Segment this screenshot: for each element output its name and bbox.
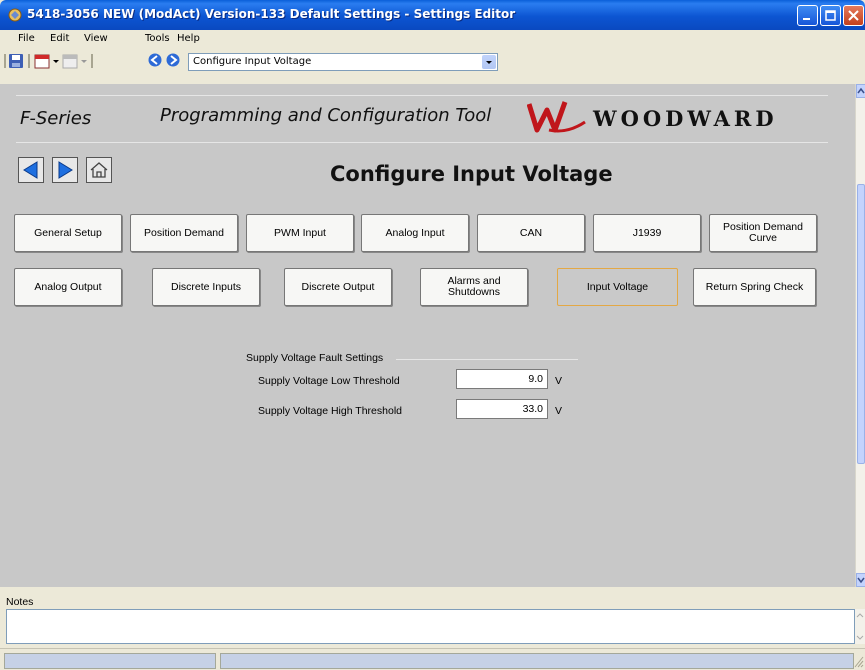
toolbar-separator [28, 54, 30, 68]
scroll-down-button[interactable] [856, 573, 865, 587]
high-threshold-input[interactable]: 33.0 [456, 399, 548, 419]
main-panel: F-Series Programming and Configuration T… [0, 84, 855, 587]
tab-discrete-inputs[interactable]: Discrete Inputs [152, 268, 260, 306]
tab-analog-input[interactable]: Analog Input [361, 214, 469, 252]
navigation-combo-value: Configure Input Voltage [193, 56, 312, 67]
close-button[interactable] [843, 5, 864, 26]
minimize-button[interactable] [797, 5, 818, 26]
menu-help[interactable]: Help [177, 33, 200, 44]
settings-group-divider [396, 359, 578, 360]
scroll-thumb[interactable] [857, 184, 865, 464]
menu-edit[interactable]: Edit [50, 33, 69, 44]
high-threshold-label: Supply Voltage High Threshold [258, 405, 402, 417]
page-title: Configure Input Voltage [330, 162, 613, 186]
close-icon [848, 10, 859, 21]
dropdown-arrow-icon[interactable] [52, 53, 60, 69]
tab-analog-output[interactable]: Analog Output [14, 268, 122, 306]
calendar-disabled-icon[interactable] [62, 53, 78, 69]
chevron-down-icon [486, 61, 492, 64]
tab-position-demand-curve[interactable]: Position Demand Curve [709, 214, 817, 252]
logo-text: WOODWARD [593, 106, 778, 131]
low-threshold-input[interactable]: 9.0 [456, 369, 548, 389]
notes-textarea[interactable] [6, 609, 855, 644]
calendar-icon[interactable] [34, 53, 50, 69]
notes-scroll-arrows-icon [856, 613, 864, 640]
notes-label: Notes [6, 596, 34, 608]
high-threshold-unit: V [555, 405, 563, 417]
tab-can[interactable]: CAN [477, 214, 585, 252]
tab-general-setup[interactable]: General Setup [14, 214, 122, 252]
status-pane-right [220, 653, 854, 669]
window-title: 5418-3056 NEW (ModAct) Version-133 Defau… [27, 7, 516, 21]
low-threshold-unit: V [555, 375, 563, 387]
back-icon[interactable] [148, 53, 162, 67]
menu-view[interactable]: View [84, 33, 108, 44]
right-arrow-icon [58, 161, 73, 179]
home-button[interactable] [86, 157, 112, 183]
next-page-button[interactable] [52, 157, 78, 183]
main-scrollbar[interactable] [855, 84, 865, 587]
low-threshold-label: Supply Voltage Low Threshold [258, 375, 400, 387]
menu-bar: File Edit View Tools Help [0, 30, 865, 49]
maximize-icon [825, 10, 836, 21]
app-icon [8, 8, 22, 22]
navigation-combo[interactable]: Configure Input Voltage [188, 53, 498, 71]
woodward-logo-icon [527, 101, 586, 133]
scroll-up-button[interactable] [856, 84, 865, 98]
forward-icon[interactable] [166, 53, 180, 67]
chevron-down-icon [857, 577, 865, 584]
toolbar-separator [91, 54, 93, 68]
tab-pwm-input[interactable]: PWM Input [246, 214, 354, 252]
maximize-button[interactable] [820, 5, 841, 26]
notes-scrollbar[interactable] [855, 609, 865, 644]
dropdown-arrow-disabled-icon[interactable] [80, 53, 88, 69]
toolbar: Configure Input Voltage [0, 49, 865, 73]
left-arrow-icon [23, 161, 38, 179]
brand-title: Programming and Configuration Tool [160, 105, 492, 126]
previous-page-button[interactable] [18, 157, 44, 183]
tab-discrete-output[interactable]: Discrete Output [284, 268, 392, 306]
toolbar-grip [4, 54, 6, 68]
tab-input-voltage[interactable]: Input Voltage [557, 268, 678, 306]
minimize-icon [803, 18, 810, 20]
home-icon [90, 162, 108, 178]
tab-alarms-and-shutdowns[interactable]: Alarms and Shutdowns [420, 268, 528, 306]
tab-return-spring-check[interactable]: Return Spring Check [693, 268, 816, 306]
title-bar: 5418-3056 NEW (ModAct) Version-133 Defau… [0, 0, 865, 30]
status-bar [0, 648, 865, 670]
header-divider-bottom [16, 142, 828, 143]
settings-group-label: Supply Voltage Fault Settings [246, 352, 384, 364]
tab-position-demand[interactable]: Position Demand [130, 214, 238, 252]
combo-dropdown-button[interactable] [482, 55, 496, 69]
save-icon[interactable] [8, 53, 24, 69]
header-divider-top [16, 95, 828, 96]
tab-j1939[interactable]: J1939 [593, 214, 701, 252]
status-pane-left [4, 653, 216, 669]
menu-tools[interactable]: Tools [145, 33, 170, 44]
brand-series: F-Series [20, 108, 92, 129]
resize-grip-icon[interactable] [853, 655, 864, 669]
chevron-up-icon [857, 87, 865, 94]
menu-file[interactable]: File [18, 33, 35, 44]
